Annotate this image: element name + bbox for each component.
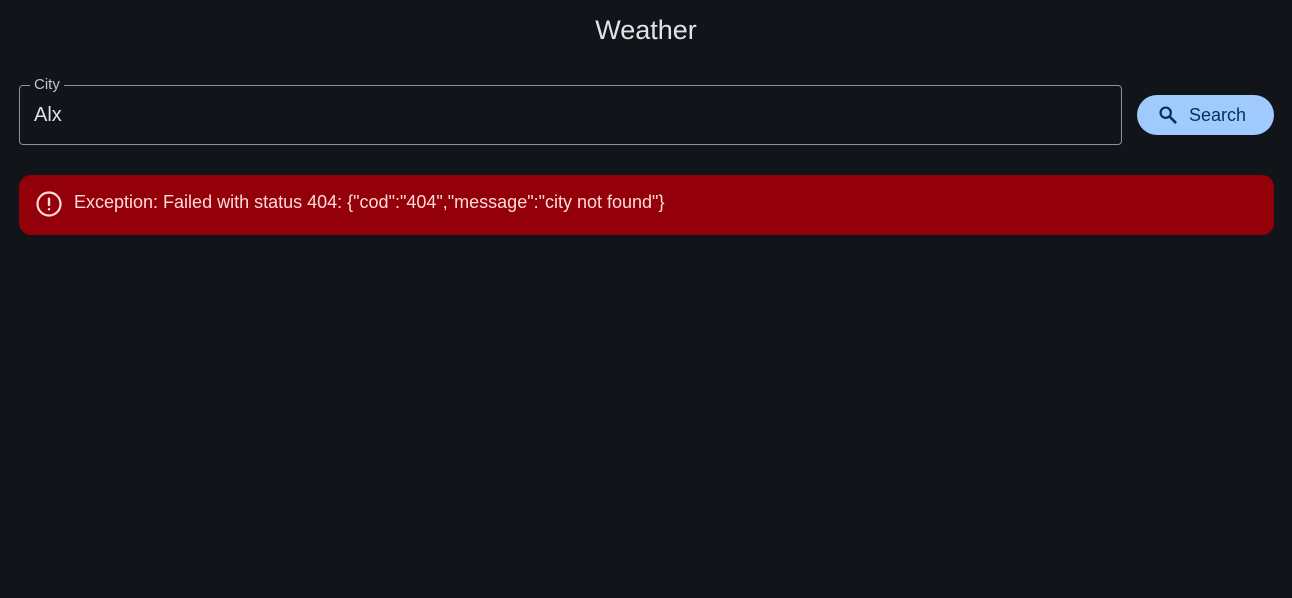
search-button[interactable]: Search [1137,95,1274,135]
error-banner: Exception: Failed with status 404: {"cod… [19,175,1274,235]
search-button-label: Search [1189,105,1247,125]
error-message: Exception: Failed with status 404: {"cod… [74,192,665,212]
error-icon [35,190,63,218]
page-title: Weather [595,15,697,45]
search-icon [1157,104,1179,126]
weather-app: Weather City Search Exception: Failed wi… [0,0,1292,598]
city-field[interactable]: City [19,76,1122,145]
city-field-label: City [30,76,64,94]
city-input[interactable] [34,100,1094,130]
